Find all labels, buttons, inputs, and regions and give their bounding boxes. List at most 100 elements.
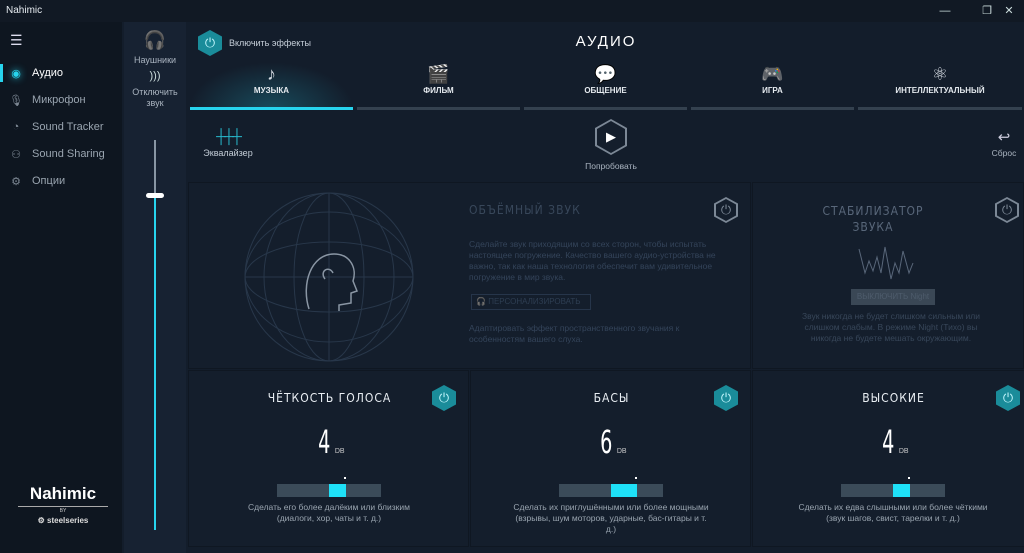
sidebar-item-audio[interactable]: ◉ Аудио: [0, 60, 122, 86]
share-icon: ⚇: [11, 148, 21, 161]
clapperboard-icon: 🎬: [427, 64, 450, 84]
effect-slider[interactable]: [559, 477, 663, 497]
effect-power-toggle[interactable]: ⏻: [996, 385, 1020, 411]
sidebar-item-microphone[interactable]: 🎙 Микрофон: [0, 87, 122, 113]
surround-description: Сделайте звук приходящим со всех сторон,…: [469, 239, 716, 282]
effect-unit: DB: [616, 448, 627, 455]
surround-title: ОБЪЁМНЫЙ ЗВУК: [469, 203, 581, 217]
gear-icon: ⚙: [11, 175, 21, 188]
stabilizer-description: Звук никогда не будет слишком сильным ил…: [801, 311, 980, 343]
sidebar: ☰ ◉ Аудио 🎙 Микрофон ◔ Sound Tracker ⚇ Sound…: [0, 22, 122, 553]
effect-slider[interactable]: [841, 477, 945, 497]
stabilizer-panel: СТАБИЛИЗАТОР ЗВУКА ⏻ ВЫКЛЮЧИТЬ Night Зву…: [752, 182, 1024, 369]
volume-slider-track[interactable]: [146, 140, 164, 530]
tab-label: ФИЛЬМ: [423, 86, 454, 95]
sidebar-item-label: Опции: [32, 175, 66, 187]
volume-slider-thumb[interactable]: [146, 192, 164, 198]
try-button[interactable]: ▶ Попробовать: [576, 119, 646, 171]
effect-description: Сделать их приглушёнными или более мощны…: [513, 502, 709, 534]
power-icon: ⏻: [438, 390, 450, 405]
tab-music[interactable]: ♪ МУЗЫКА: [188, 62, 355, 110]
effect-value: 4: [318, 423, 331, 461]
surround-note: Адаптировать эффект пространственного зв…: [469, 323, 680, 344]
sidebar-item-label: Аудио: [32, 67, 64, 79]
undo-arrow-icon: ↩: [997, 129, 1011, 146]
effect-power-toggle[interactable]: ⏻: [714, 385, 738, 411]
effect-slider[interactable]: [277, 477, 381, 497]
personalize-button[interactable]: 🎧 ПЕРСОНАЛИЗИРОВАТЬ: [471, 294, 591, 310]
tab-label: ОБЩЕНИЕ: [584, 86, 627, 95]
headphones-icon: 🎧: [476, 297, 489, 306]
sidebar-item-options[interactable]: ⚙ Опции: [0, 168, 122, 194]
reset-button[interactable]: ↩ Сброс: [984, 128, 1024, 158]
nahimic-logo: Nahimic BY ⚙ steelseries: [18, 484, 108, 525]
stabilizer-power-toggle[interactable]: ⏻: [995, 197, 1019, 223]
tab-label: МУЗЫКА: [253, 86, 290, 95]
sidebar-item-label: Sound Sharing: [32, 148, 105, 160]
sidebar-item-sound-sharing[interactable]: ⚇ Sound Sharing: [0, 141, 122, 167]
night-mode-button[interactable]: ВЫКЛЮЧИТЬ Night: [851, 289, 935, 305]
effect-power-toggle[interactable]: ⏻: [432, 385, 456, 411]
effect-value: 6: [600, 423, 613, 461]
effect-value: 4: [882, 423, 895, 461]
gamepad-icon: 🎮: [761, 64, 784, 84]
music-note-icon: ♪: [267, 64, 276, 84]
effect-unit: DB: [898, 448, 909, 455]
surround-panel: ОБЪЁМНЫЙ ЗВУК ⏻ Сделайте звук приходящим…: [188, 182, 751, 369]
effect-slider-fill: [893, 484, 911, 497]
window-title: Nahimic: [6, 5, 43, 16]
try-label: Попробовать: [585, 161, 637, 171]
effect-slider-marker: [908, 477, 911, 479]
title-bar: Nahimic — ❐ ✕: [0, 0, 1024, 22]
equalizer-icon: ┼┼┼: [216, 128, 242, 144]
microphone-icon: 🎙: [9, 94, 23, 107]
treble-panel: ВЫСОКИЕ ⏻ 4 DB Сделать их едва слышными и…: [752, 370, 1024, 547]
effect-description: Сделать его более далёким или близким (д…: [248, 502, 410, 523]
chat-bubbles-icon: 💬: [594, 64, 617, 84]
tab-communication[interactable]: 💬 ОБЩЕНИЕ: [522, 62, 689, 110]
effect-slider-marker: [344, 477, 347, 479]
volume-column: 🎧 Наушники ))) Отключить звук: [124, 22, 186, 553]
effect-slider-marker: [635, 477, 637, 479]
effect-slider-fill: [611, 484, 637, 497]
surround-power-toggle[interactable]: ⏻: [714, 197, 738, 223]
power-icon: ⏻: [720, 390, 732, 405]
effect-title: БАСЫ: [593, 391, 630, 405]
play-icon: ▶: [597, 121, 625, 153]
minimize-button[interactable]: —: [930, 2, 960, 20]
reset-label: Сброс: [991, 148, 1017, 158]
mute-button[interactable]: Отключить звук: [130, 87, 180, 109]
page-title: АУДИО: [575, 33, 637, 50]
sidebar-item-sound-tracker[interactable]: ◔ Sound Tracker: [0, 114, 122, 140]
device-label: Наушники: [133, 55, 177, 65]
tab-game[interactable]: 🎮 ИГРА: [689, 62, 856, 110]
tab-film[interactable]: 🎬 ФИЛЬМ: [355, 62, 522, 110]
waveform-icon: [858, 246, 914, 280]
stabilizer-title: СТАБИЛИЗАТОР ЗВУКА: [822, 204, 924, 234]
volume-slider-fill: [154, 194, 156, 530]
effect-title: ВЫСОКИЕ: [862, 391, 925, 405]
tab-label: ИГРА: [762, 86, 783, 95]
sidebar-item-label: Sound Tracker: [32, 121, 104, 133]
effect-value-readout: 4 DB: [753, 423, 1024, 461]
close-button[interactable]: ✕: [994, 2, 1024, 20]
atom-icon: ⚛: [931, 64, 949, 84]
bass-panel: БАСЫ ⏻ 6 DB Сделать их приглушёнными или …: [470, 370, 751, 547]
voice-clarity-panel: ЧЁТКОСТЬ ГОЛОСА ⏻ 4 DB Сделать его более …: [188, 370, 469, 547]
effect-value-readout: 6 DB: [471, 423, 752, 461]
audio-waves-icon: ◉: [11, 67, 21, 80]
hamburger-icon[interactable]: ☰: [10, 32, 23, 49]
effect-slider-fill: [329, 484, 347, 497]
equalizer-label: Эквалайзер: [203, 148, 253, 158]
speaker-icon[interactable]: ))): [124, 70, 186, 82]
power-icon: ⏻: [997, 199, 1017, 221]
power-icon: ⏻: [1002, 390, 1014, 405]
surround-sphere-illustration: [244, 192, 414, 362]
tab-label: ИНТЕЛЛЕКТУАЛЬНЫЙ: [895, 86, 985, 95]
effect-unit: DB: [334, 448, 345, 455]
tab-smart[interactable]: ⚛ ИНТЕЛЛЕКТУАЛЬНЫЙ: [856, 62, 1024, 110]
radar-icon: ◔: [12, 121, 20, 133]
equalizer-button[interactable]: ┼┼┼ Эквалайзер: [198, 128, 258, 158]
effect-value-readout: 4 DB: [189, 423, 470, 461]
effect-description: Сделать их едва слышными или более чётки…: [798, 502, 988, 523]
